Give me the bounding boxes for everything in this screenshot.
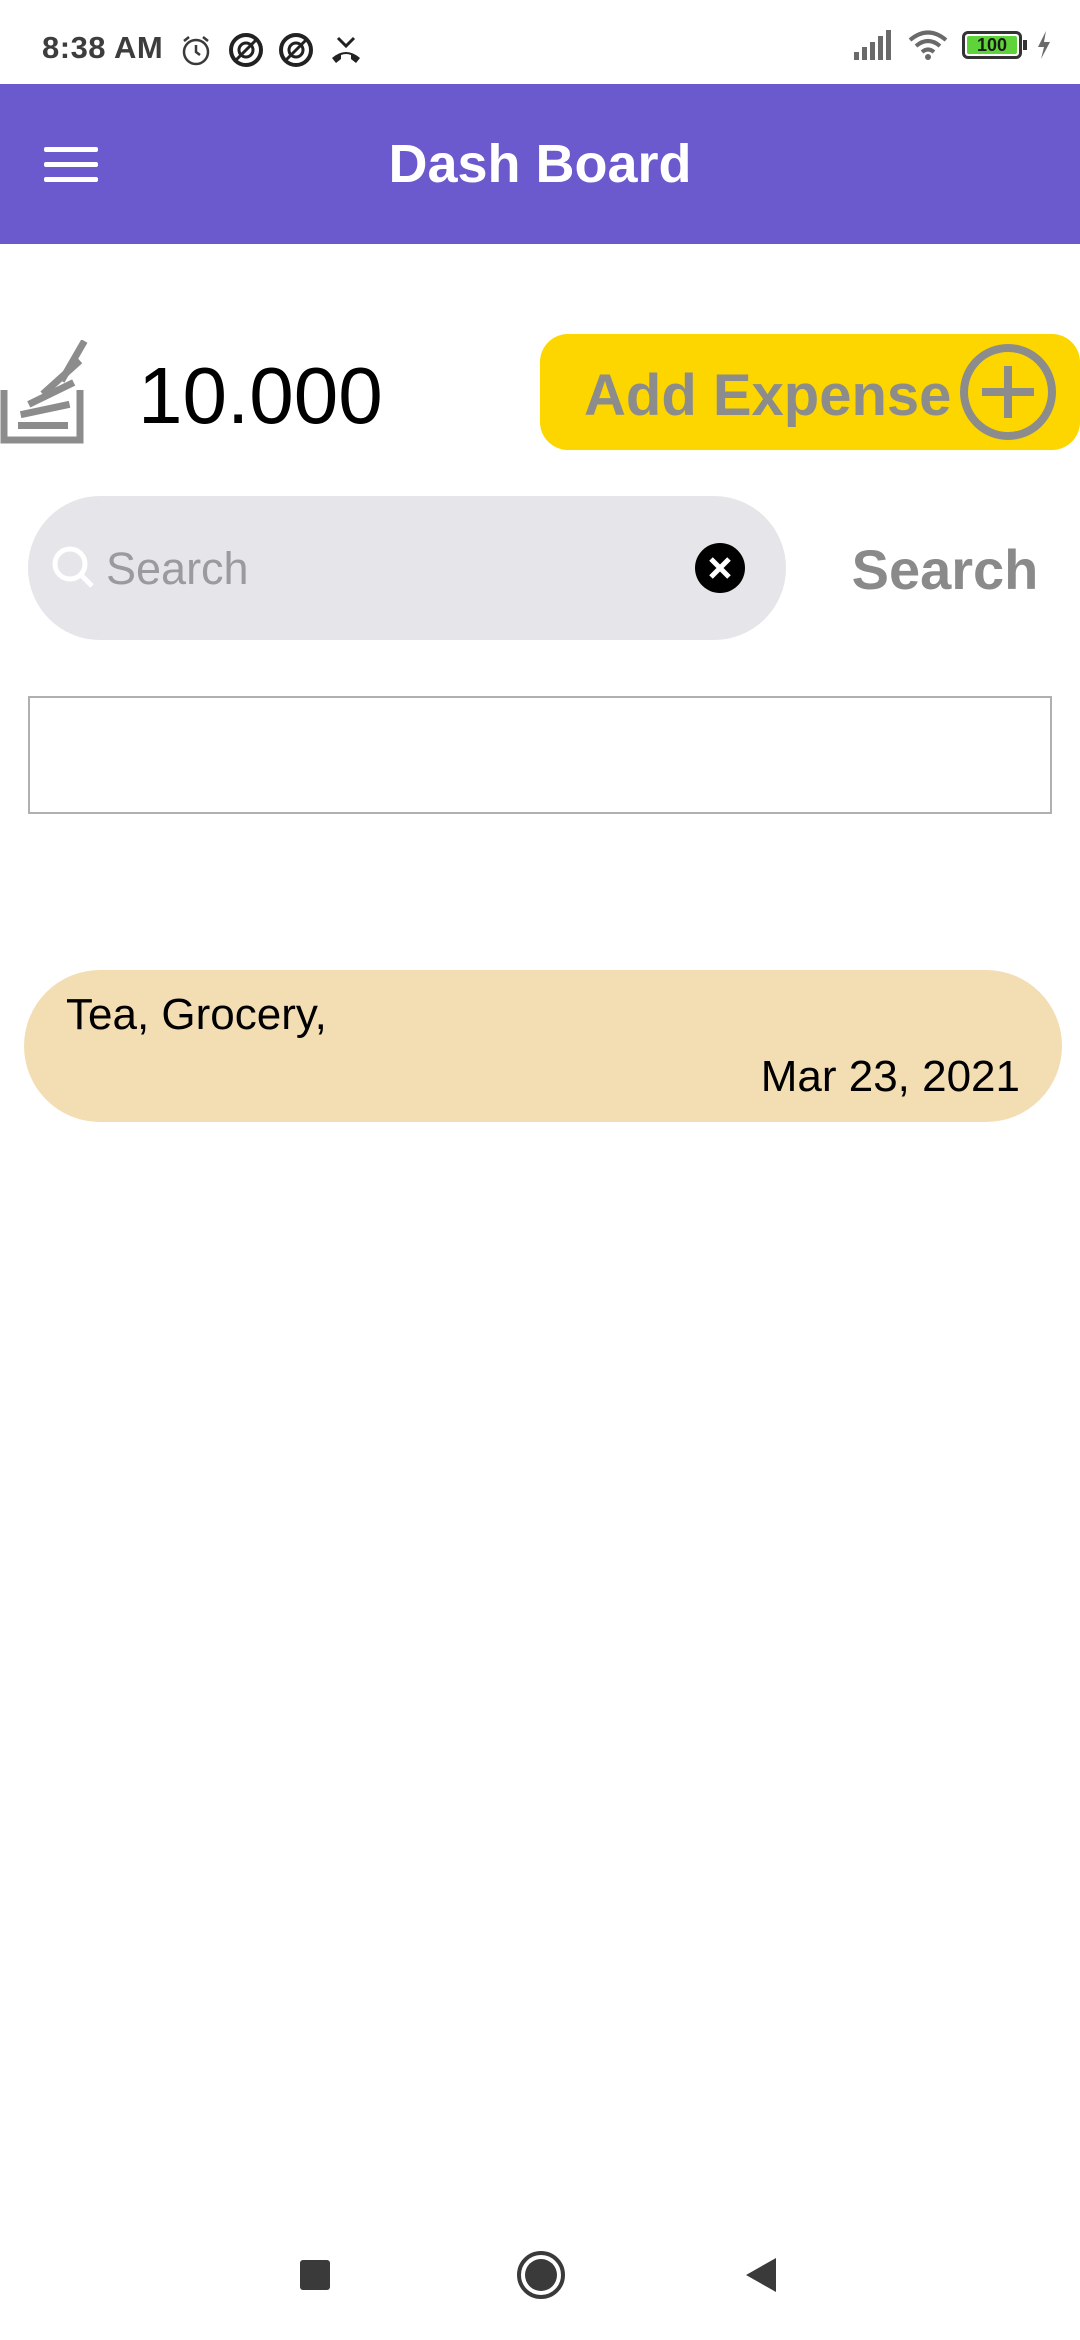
dashboard-screen: 8:38 AM 100 Dash Board 10.000 Add Expens… <box>0 0 1080 2340</box>
search-icon <box>52 546 94 588</box>
clear-icon[interactable] <box>694 542 746 594</box>
expense-list-item[interactable]: Tea, Grocery, Mar 23, 2021 <box>24 970 1062 1122</box>
charging-icon <box>1038 31 1050 59</box>
plus-circle-icon <box>960 344 1056 440</box>
status-time: 8:38 AM <box>42 30 164 65</box>
signal-icon <box>854 30 891 60</box>
wifi-icon <box>908 30 948 60</box>
balance-amount: 10.000 <box>138 351 383 440</box>
nav-bar <box>0 2220 1080 2340</box>
filter-box[interactable] <box>28 696 1052 814</box>
app-bar: Dash Board <box>0 84 1080 244</box>
back-icon[interactable] <box>744 2256 778 2294</box>
status-icons-left <box>178 32 364 68</box>
battery-icon: 100 <box>962 31 1027 59</box>
expense-date: Mar 23, 2021 <box>760 1052 1020 1101</box>
battery-level: 100 <box>976 35 1008 55</box>
status-icons-right: 100 <box>852 30 1052 60</box>
search-box <box>28 496 786 640</box>
status-bar: 8:38 AM 100 <box>0 0 1080 84</box>
search-input[interactable] <box>106 534 686 604</box>
hamburger-menu-icon[interactable] <box>44 134 104 194</box>
home-icon[interactable] <box>516 2250 566 2300</box>
stack-icon <box>0 340 88 444</box>
blocked-icon <box>279 33 313 67</box>
missed-call-icon <box>332 36 360 63</box>
blocked-icon <box>229 33 263 67</box>
add-expense-button[interactable]: Add Expense <box>540 334 1080 450</box>
add-expense-label: Add Expense <box>584 363 952 428</box>
search-button[interactable]: Search <box>830 530 1060 610</box>
expense-categories: Tea, Grocery, <box>66 990 327 1039</box>
page-title: Dash Board <box>388 134 692 194</box>
alarm-icon <box>182 36 210 66</box>
recents-icon[interactable] <box>300 2260 330 2290</box>
